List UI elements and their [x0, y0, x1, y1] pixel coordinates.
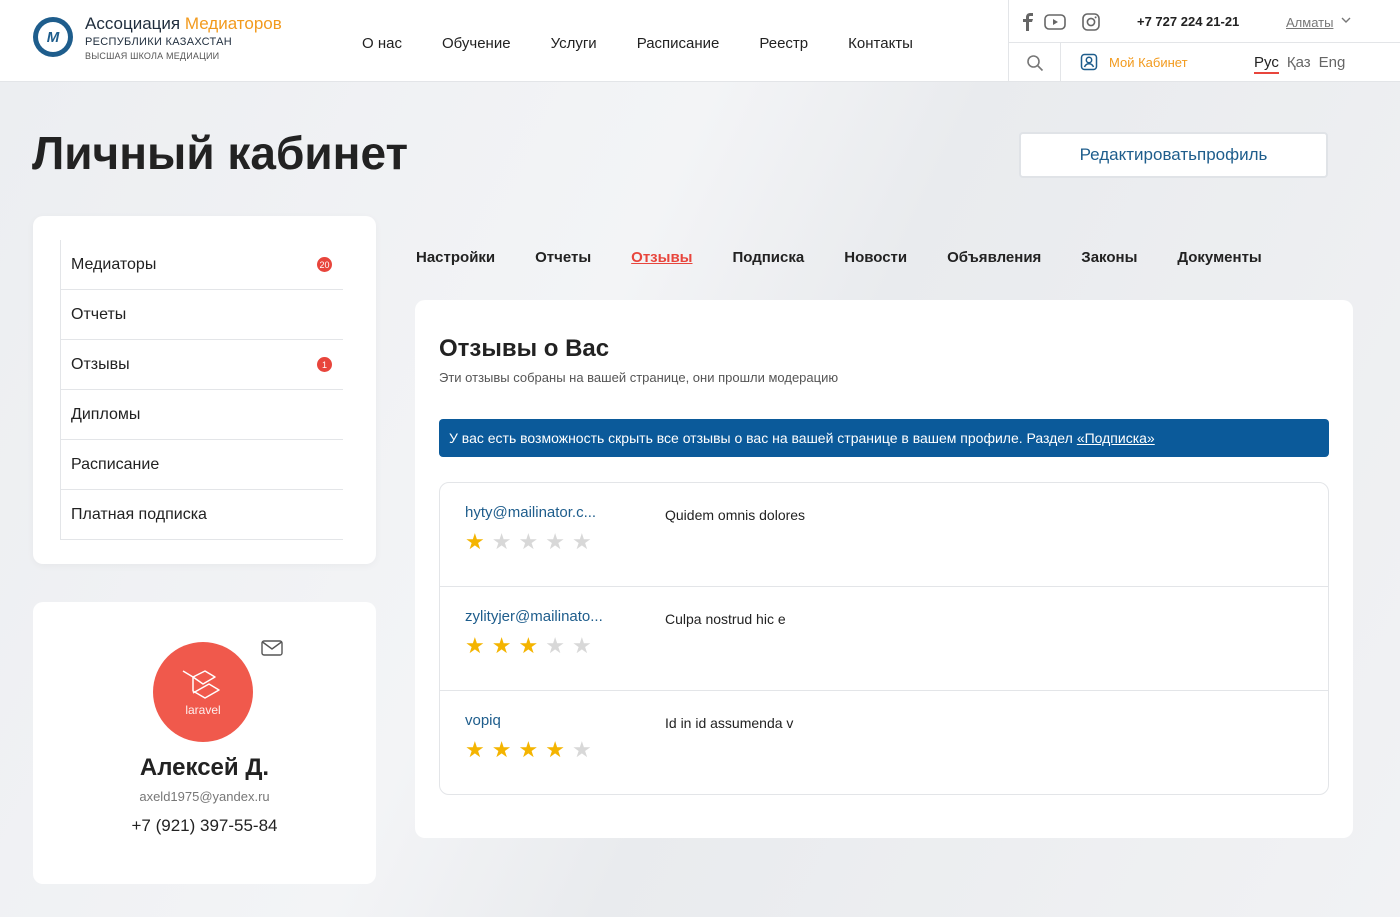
sidebar-item-label: Дипломы [71, 405, 141, 423]
star-rating: ★ ★ ★ ★ ★ [465, 739, 592, 761]
review-author[interactable]: zylityjer@mailinato... [465, 608, 603, 625]
star-filled-icon: ★ [518, 737, 539, 762]
star-filled-icon: ★ [491, 633, 512, 658]
tab-reports[interactable]: Отчеты [535, 249, 591, 266]
nav-services[interactable]: Услуги [551, 35, 597, 52]
laravel-logo-icon [182, 670, 220, 699]
review-author[interactable]: vopiq [465, 712, 501, 729]
reviews-list: hyty@mailinator.c... ★ ★ ★ ★ ★ Quidem omnis … [439, 482, 1329, 795]
brand-school: ВЫСШАЯ ШКОЛА МЕДИАЦИИ [85, 51, 220, 61]
page-title: Личный кабинет [32, 127, 408, 179]
profile-phone: +7 (921) 397-55-84 [131, 816, 278, 835]
sidebar-menu: Медиаторы 20 Отчеты Отзывы 1 Дипломы Рас… [60, 240, 343, 540]
my-cabinet-link[interactable]: Мой Кабинет [1109, 55, 1188, 70]
star-rating: ★ ★ ★ ★ ★ [465, 635, 592, 657]
nav-schedule[interactable]: Расписание [637, 35, 720, 52]
review-item: hyty@mailinator.c... ★ ★ ★ ★ ★ Quidem omnis … [440, 483, 1328, 587]
sidebar-item-label: Платная подписка [71, 505, 207, 523]
star-filled-icon: ★ [491, 737, 512, 762]
sidebar-item-label: Отчеты [71, 305, 127, 323]
brand-subtitle: РЕСПУБЛИКИ КАЗАХСТАН [85, 36, 233, 48]
section-subtitle: Эти отзывы собраны на вашей странице, он… [439, 370, 839, 385]
tab-reviews[interactable]: Отзывы [631, 249, 692, 266]
profile-email: axeld1975@yandex.ru [139, 789, 270, 804]
avatar-label: laravel [185, 703, 221, 717]
profile-card: laravel Алексей Д. axeld1975@yandex.ru +… [33, 602, 376, 884]
tab-documents[interactable]: Документы [1177, 249, 1261, 266]
nav-contacts[interactable]: Контакты [848, 35, 913, 52]
nav-training[interactable]: Обучение [442, 35, 511, 52]
star-empty-icon: ★ [518, 529, 539, 554]
star-empty-icon: ★ [571, 737, 592, 762]
review-item: zylityjer@mailinato... ★ ★ ★ ★ ★ Culpa nostr… [440, 587, 1328, 691]
main-nav: О нас Обучение Услуги Расписание Реестр … [362, 35, 953, 52]
review-item: vopiq ★ ★ ★ ★ ★ Id in id assumenda v [440, 691, 1328, 794]
sidebar-item-label: Расписание [71, 455, 160, 473]
review-text: Culpa nostrud hic e [665, 611, 786, 627]
tab-news[interactable]: Новости [844, 249, 907, 266]
brand-name: Ассоциация [85, 14, 181, 33]
star-empty-icon: ★ [571, 529, 592, 554]
language-switcher: Рус Қаз Eng [1254, 54, 1345, 74]
instagram-icon[interactable] [1080, 11, 1102, 33]
sidebar-item-label: Медиаторы [71, 255, 157, 273]
count-badge: 1 [317, 357, 332, 372]
tab-settings[interactable]: Настройки [416, 249, 495, 266]
star-filled-icon: ★ [465, 529, 485, 554]
star-filled-icon: ★ [545, 737, 565, 762]
star-rating: ★ ★ ★ ★ ★ [465, 531, 592, 553]
review-text: Id in id assumenda v [665, 715, 794, 731]
sidebar-item-reviews[interactable]: Отзывы 1 [61, 340, 343, 390]
nav-registry[interactable]: Реестр [759, 35, 808, 52]
sidebar-item-diplomas[interactable]: Дипломы [61, 390, 343, 440]
tab-announcements[interactable]: Объявления [947, 249, 1041, 266]
facebook-icon[interactable] [1017, 11, 1039, 33]
brand-block[interactable]: Ассоциация Медиаторов РЕСПУБЛИКИ КАЗАХСТ… [85, 14, 282, 61]
chevron-down-icon[interactable] [1340, 14, 1352, 29]
star-empty-icon: ★ [545, 633, 565, 658]
info-notice: У вас есть возможность скрыть все отзывы… [439, 419, 1329, 457]
star-filled-icon: ★ [465, 737, 485, 762]
avatar: laravel [153, 642, 253, 742]
star-empty-icon: ★ [545, 529, 565, 554]
city-selector[interactable]: Алматы [1286, 15, 1333, 30]
section-title: Отзывы о Вас [439, 335, 610, 362]
profile-name: Алексей Д. [139, 754, 270, 781]
lang-ru[interactable]: Рус [1254, 54, 1279, 74]
lang-en[interactable]: Eng [1319, 54, 1346, 74]
mail-icon[interactable] [261, 640, 283, 661]
review-author[interactable]: hyty@mailinator.c... [465, 504, 596, 521]
cabinet-tabs: Настройки Отчеты Отзывы Подписка Новости… [416, 249, 1302, 266]
star-empty-icon: ★ [571, 633, 592, 658]
sidebar-item-reports[interactable]: Отчеты [61, 290, 343, 340]
star-filled-icon: ★ [518, 633, 539, 658]
search-icon[interactable] [1009, 43, 1061, 82]
site-header: M Ассоциация Медиаторов РЕСПУБЛИКИ КАЗАХ… [0, 0, 1400, 82]
star-empty-icon: ★ [491, 529, 512, 554]
header-bottom-row: Мой Кабинет Рус Қаз Eng [1009, 43, 1400, 82]
sidebar-item-mediators[interactable]: Медиаторы 20 [61, 240, 343, 290]
sidebar-item-schedule[interactable]: Расписание [61, 440, 343, 490]
user-icon[interactable] [1080, 53, 1098, 76]
sidebar-item-label: Отзывы [71, 355, 130, 373]
notice-text: У вас есть возможность скрыть все отзывы… [449, 430, 1073, 446]
subscription-link[interactable]: «Подписка» [1077, 430, 1155, 446]
tab-subscription[interactable]: Подписка [732, 249, 804, 266]
edit-profile-button[interactable]: Редактироватьпрофиль [1019, 132, 1328, 178]
count-badge: 20 [317, 257, 332, 272]
header-top-row: +7 727 224 21-21 Алматы [1009, 0, 1400, 43]
youtube-icon[interactable] [1044, 11, 1066, 33]
tab-laws[interactable]: Законы [1081, 249, 1137, 266]
nav-about[interactable]: О нас [362, 35, 402, 52]
logo-icon[interactable]: M [33, 17, 73, 57]
star-filled-icon: ★ [465, 633, 485, 658]
brand-name-accent: Медиаторов [184, 14, 282, 33]
lang-kz[interactable]: Қаз [1287, 54, 1311, 74]
sidebar-item-subscription[interactable]: Платная подписка [61, 490, 343, 540]
reviews-panel: Отзывы о Вас Эти отзывы собраны на вашей… [415, 300, 1353, 838]
review-text: Quidem omnis dolores [665, 507, 806, 523]
header-phone[interactable]: +7 727 224 21-21 [1137, 14, 1239, 29]
sidebar-menu-card: Медиаторы 20 Отчеты Отзывы 1 Дипломы Рас… [33, 216, 376, 564]
header-utility: +7 727 224 21-21 Алматы Мой Кабинет Рус … [1008, 0, 1400, 82]
